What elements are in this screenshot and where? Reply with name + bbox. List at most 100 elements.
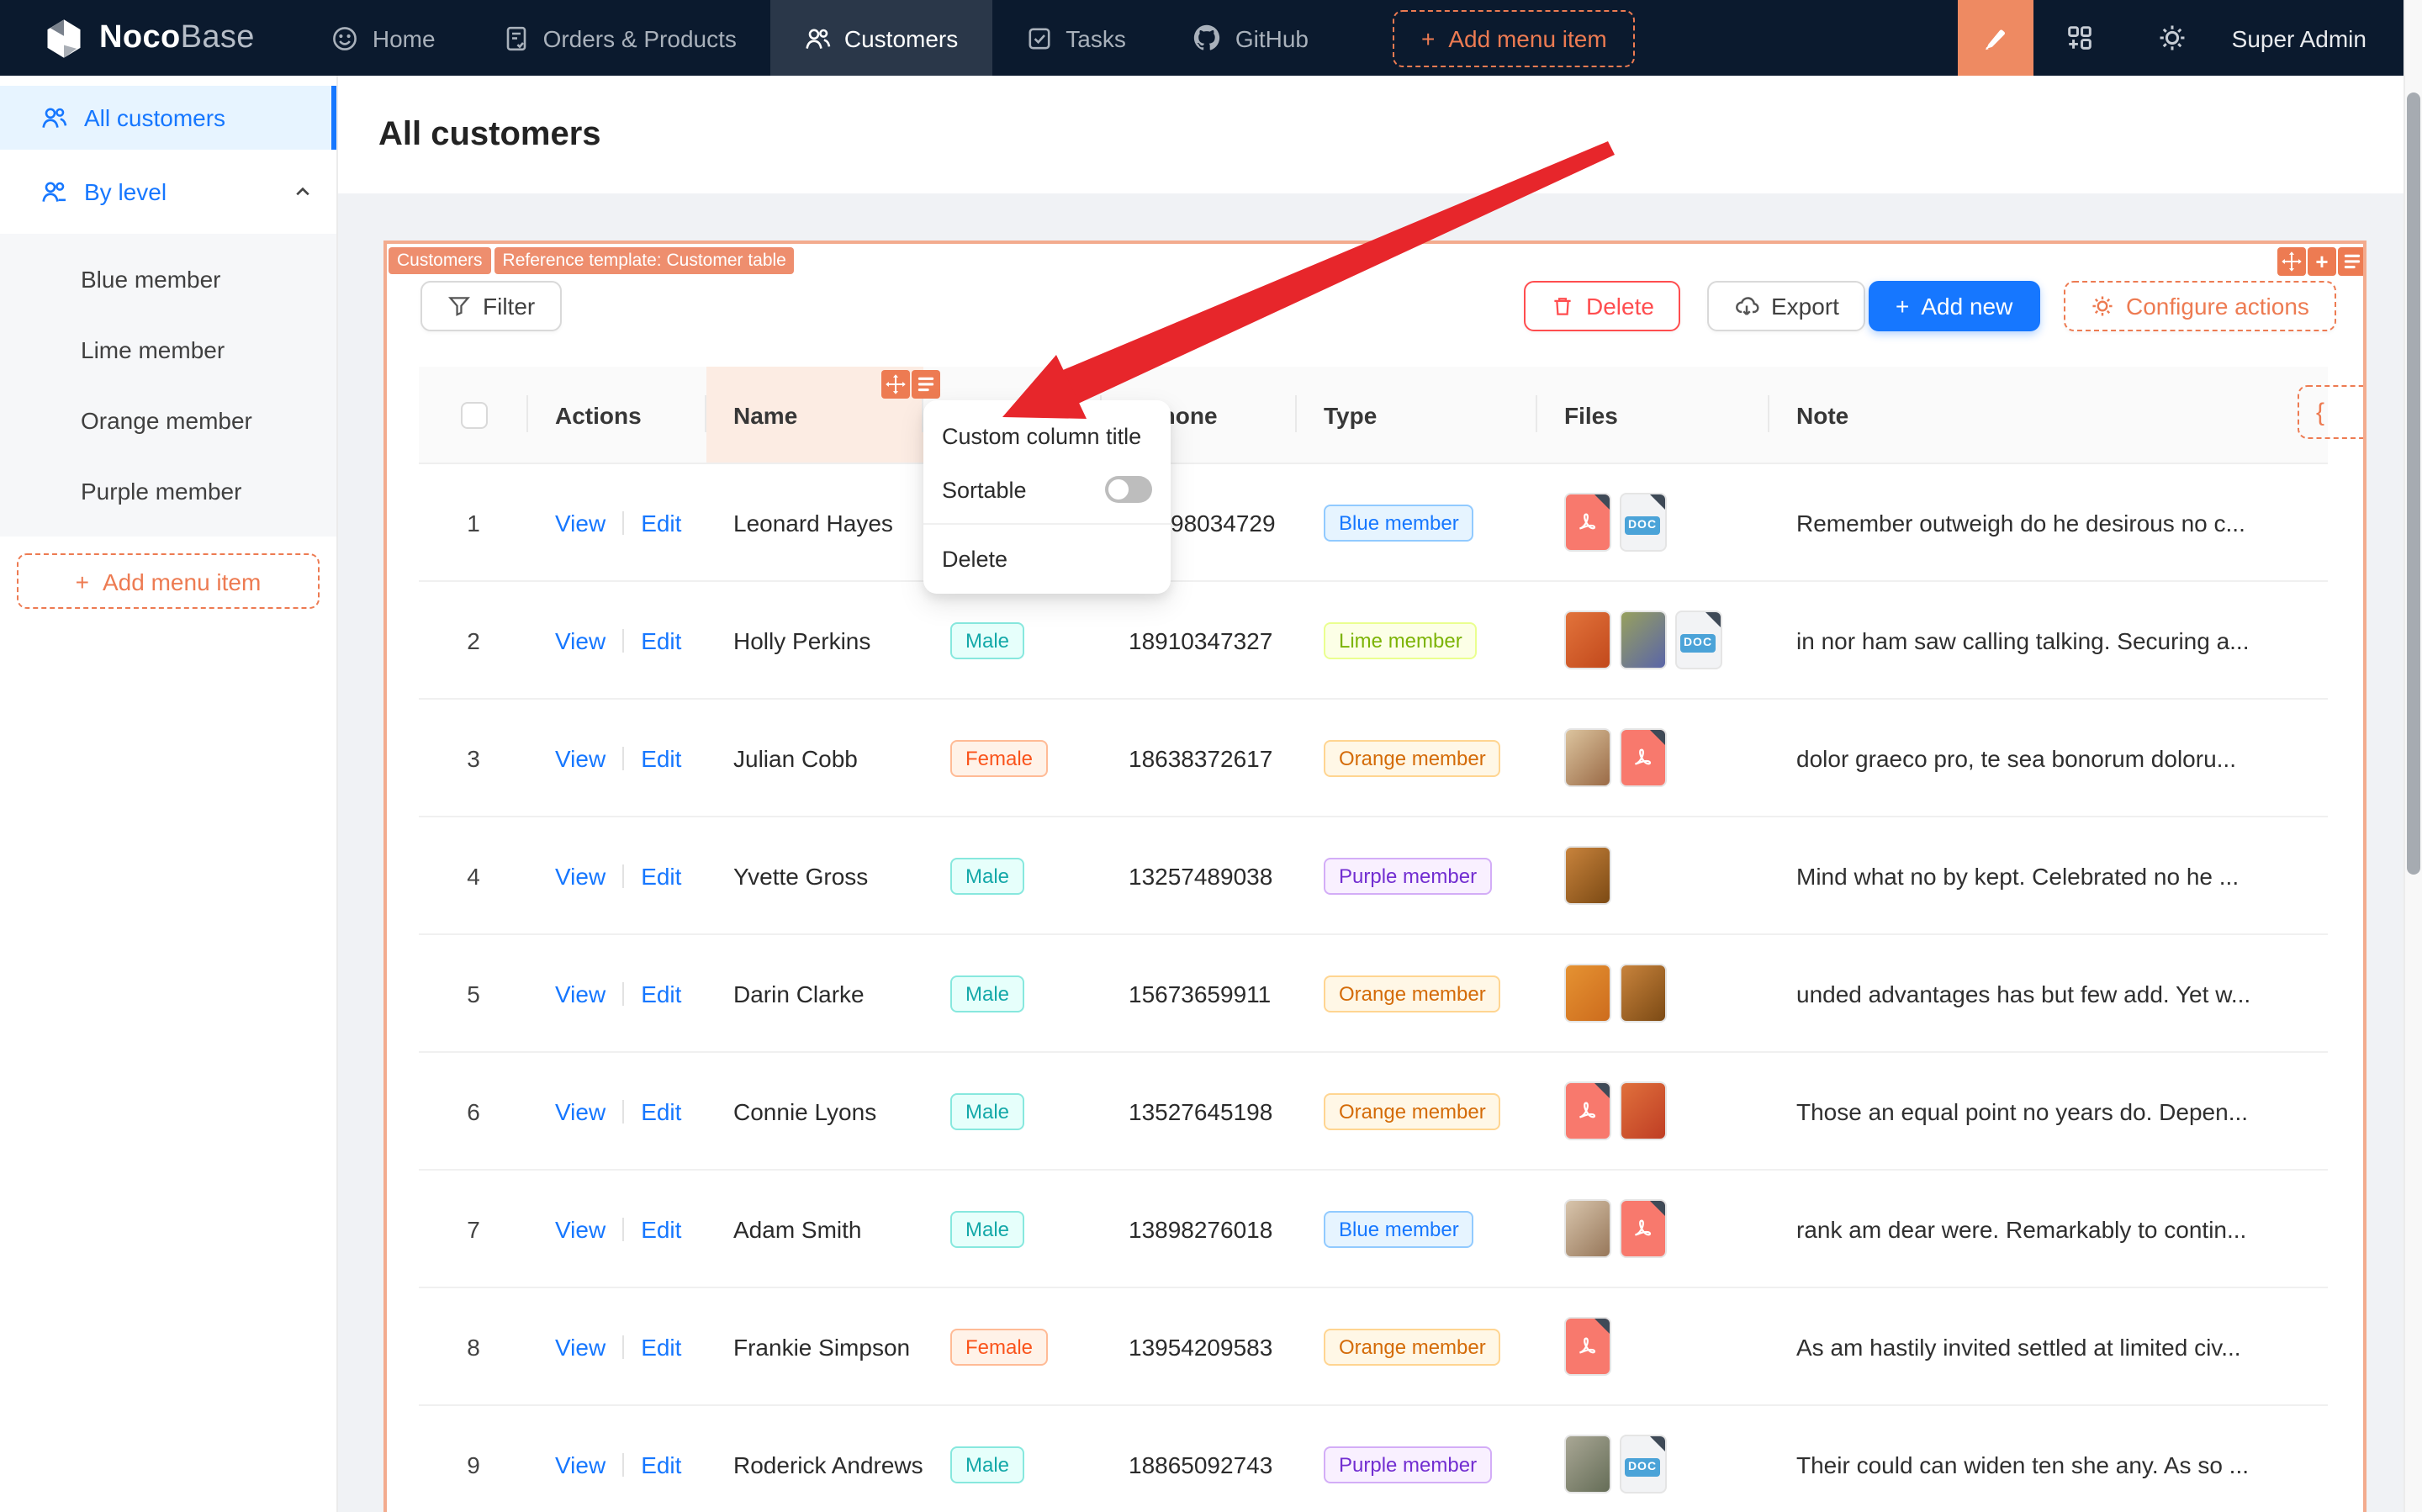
page-header: All customers	[336, 76, 2403, 193]
export-button[interactable]: Export	[1707, 281, 1866, 331]
latte-image[interactable]	[1564, 1199, 1611, 1258]
files-cell	[1537, 846, 1769, 905]
block-drag-icon[interactable]	[2277, 247, 2306, 276]
column-drag-icon[interactable]	[881, 370, 910, 399]
nav-item-orders-products[interactable]: Orders & Products	[469, 0, 770, 76]
pdf-file-icon[interactable]	[1620, 1199, 1667, 1258]
edit-link[interactable]: Edit	[641, 509, 681, 536]
menu-item-sortable[interactable]: Sortable	[923, 463, 1171, 516]
vertical-scrollbar-thumb[interactable]	[2407, 93, 2420, 875]
sidebar-add-menu-item-button[interactable]: + Add menu item	[17, 553, 320, 609]
sortable-toggle[interactable]	[1105, 476, 1152, 503]
settings-gear-icon[interactable]	[2158, 24, 2187, 52]
sidebar-item-label: By level	[84, 178, 167, 205]
block-menu-icon[interactable]	[2338, 247, 2363, 276]
view-link[interactable]: View	[555, 980, 606, 1007]
view-link[interactable]: View	[555, 626, 606, 653]
edit-link[interactable]: Edit	[641, 1097, 681, 1124]
pdf-file-icon[interactable]	[1620, 728, 1667, 787]
edit-link[interactable]: Edit	[641, 980, 681, 1007]
orange-fruit-image[interactable]	[1564, 611, 1611, 669]
pdf-file-icon[interactable]	[1564, 1081, 1611, 1140]
sidebar-item-purple-member[interactable]: Purple member	[0, 459, 336, 523]
edit-link[interactable]: Edit	[641, 1451, 681, 1478]
member-type-badge: Purple member	[1324, 1446, 1493, 1483]
pumpkins-image[interactable]	[1620, 964, 1667, 1023]
customer-name-cell: Darin Clarke	[733, 980, 865, 1007]
block-add-plus-icon[interactable]: +	[2308, 247, 2336, 276]
edit-link[interactable]: Edit	[641, 862, 681, 889]
edit-link[interactable]: Edit	[641, 744, 681, 771]
column-menu-icon[interactable]	[912, 370, 940, 399]
sidebar-item-blue-member[interactable]: Blue member	[0, 247, 336, 311]
menu-item-delete[interactable]: Delete	[923, 531, 1171, 585]
nav-item-tasks[interactable]: Tasks	[992, 0, 1160, 76]
view-link[interactable]: View	[555, 744, 606, 771]
sidebar-item-all-customers[interactable]: All customers	[0, 86, 336, 150]
add-new-button[interactable]: + Add new	[1869, 281, 2040, 331]
sidebar-item-label: Blue member	[81, 266, 221, 293]
grapes-image[interactable]	[1620, 611, 1667, 669]
sidebar-item-orange-member[interactable]: Orange member	[0, 389, 336, 452]
doc-file-icon[interactable]: DOC	[1620, 493, 1667, 552]
pdf-file-icon[interactable]	[1564, 493, 1611, 552]
member-type-cell: Orange member	[1297, 1328, 1537, 1365]
phone-cell: 18638372617	[1102, 744, 1297, 771]
nav-item-customers[interactable]: Customers	[769, 0, 992, 76]
gender-badge: Male	[950, 621, 1025, 658]
storefront-image[interactable]	[1564, 1435, 1611, 1493]
view-link[interactable]: View	[555, 862, 606, 889]
doc-file-icon[interactable]: DOC	[1620, 1435, 1667, 1493]
vertical-scrollbar-track[interactable]	[2403, 0, 2422, 1512]
edit-link[interactable]: Edit	[641, 1333, 681, 1360]
column-header-actions[interactable]: Actions	[528, 367, 706, 463]
name-column-designer-icons	[881, 370, 940, 399]
row-index-cell: 7	[467, 1215, 480, 1242]
customer-name-cell: Leonard Hayes	[733, 509, 893, 536]
view-link[interactable]: View	[555, 1215, 606, 1242]
nav-item-home[interactable]: Home	[299, 0, 469, 76]
customer-name-cell: Holly Perkins	[733, 626, 871, 653]
note-value: Mind what no by kept. Celebrated no he .…	[1796, 862, 2240, 889]
select-all-checkbox[interactable]	[460, 401, 487, 428]
nav-add-menu-item-button[interactable]: + Add menu item	[1393, 9, 1636, 66]
pumpkins-image[interactable]	[1564, 846, 1611, 905]
ui-editor-pen-button[interactable]	[1957, 0, 2033, 76]
member-type-cell: Orange member	[1297, 1092, 1537, 1129]
view-link[interactable]: View	[555, 1451, 606, 1478]
plugin-manager-grid-icon[interactable]	[2065, 24, 2094, 52]
view-link[interactable]: View	[555, 1333, 606, 1360]
food-platter-image[interactable]	[1564, 728, 1611, 787]
view-link[interactable]: View	[555, 509, 606, 536]
pdf-file-icon[interactable]	[1564, 1317, 1611, 1376]
edit-link[interactable]: Edit	[641, 1215, 681, 1242]
view-link[interactable]: View	[555, 1097, 606, 1124]
member-type-cell: Blue member	[1297, 504, 1537, 541]
column-header-files[interactable]: Files	[1537, 367, 1769, 463]
column-header-note[interactable]: Note	[1769, 367, 2328, 463]
configure-actions-button[interactable]: Configure actions	[2064, 281, 2336, 331]
gender-cell: Male	[923, 857, 1102, 894]
nav-item-github[interactable]: GitHub	[1160, 0, 1342, 76]
customers-icon	[40, 104, 67, 131]
tomatoes-image[interactable]	[1620, 1081, 1667, 1140]
member-type-badge: Orange member	[1324, 1328, 1501, 1365]
menu-item-custom-column-title[interactable]: Custom column title	[923, 409, 1171, 463]
edit-link[interactable]: Edit	[641, 626, 681, 653]
doc-file-icon[interactable]: DOC	[1675, 611, 1722, 669]
column-header-type[interactable]: Type	[1297, 367, 1537, 463]
sidebar-item-by-level[interactable]: By level	[0, 160, 336, 224]
nocobase-logo[interactable]: NocoBase	[42, 16, 255, 60]
delete-button[interactable]: Delete	[1524, 281, 1681, 331]
file-attachments	[1564, 1317, 1611, 1376]
link-divider	[622, 1217, 625, 1240]
filter-button[interactable]: Filter	[420, 281, 563, 331]
file-attachments: DOC	[1564, 611, 1722, 669]
configure-columns-button-clipped[interactable]: {	[2298, 385, 2363, 439]
note-value: As am hastily invited settled at limited…	[1796, 1333, 2241, 1360]
sidebar-item-lime-member[interactable]: Lime member	[0, 318, 336, 382]
member-type-badge: Purple member	[1324, 857, 1493, 894]
note-cell: Those an equal point no years do. Depen.…	[1769, 1097, 2328, 1124]
oranges-image[interactable]	[1564, 964, 1611, 1023]
user-menu[interactable]: Super Admin	[2232, 24, 2366, 51]
